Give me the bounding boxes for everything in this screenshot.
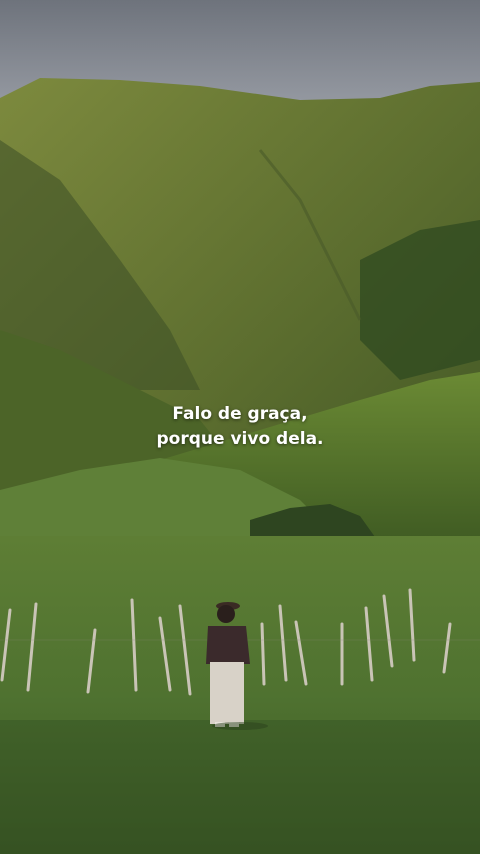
caption-line-2: porque vivo dela. [156, 429, 324, 449]
caption-line-1: Falo de graça, [172, 404, 308, 424]
caption-overlay: Falo de graça, porque vivo dela. [0, 402, 480, 452]
field-shadow [0, 720, 480, 854]
